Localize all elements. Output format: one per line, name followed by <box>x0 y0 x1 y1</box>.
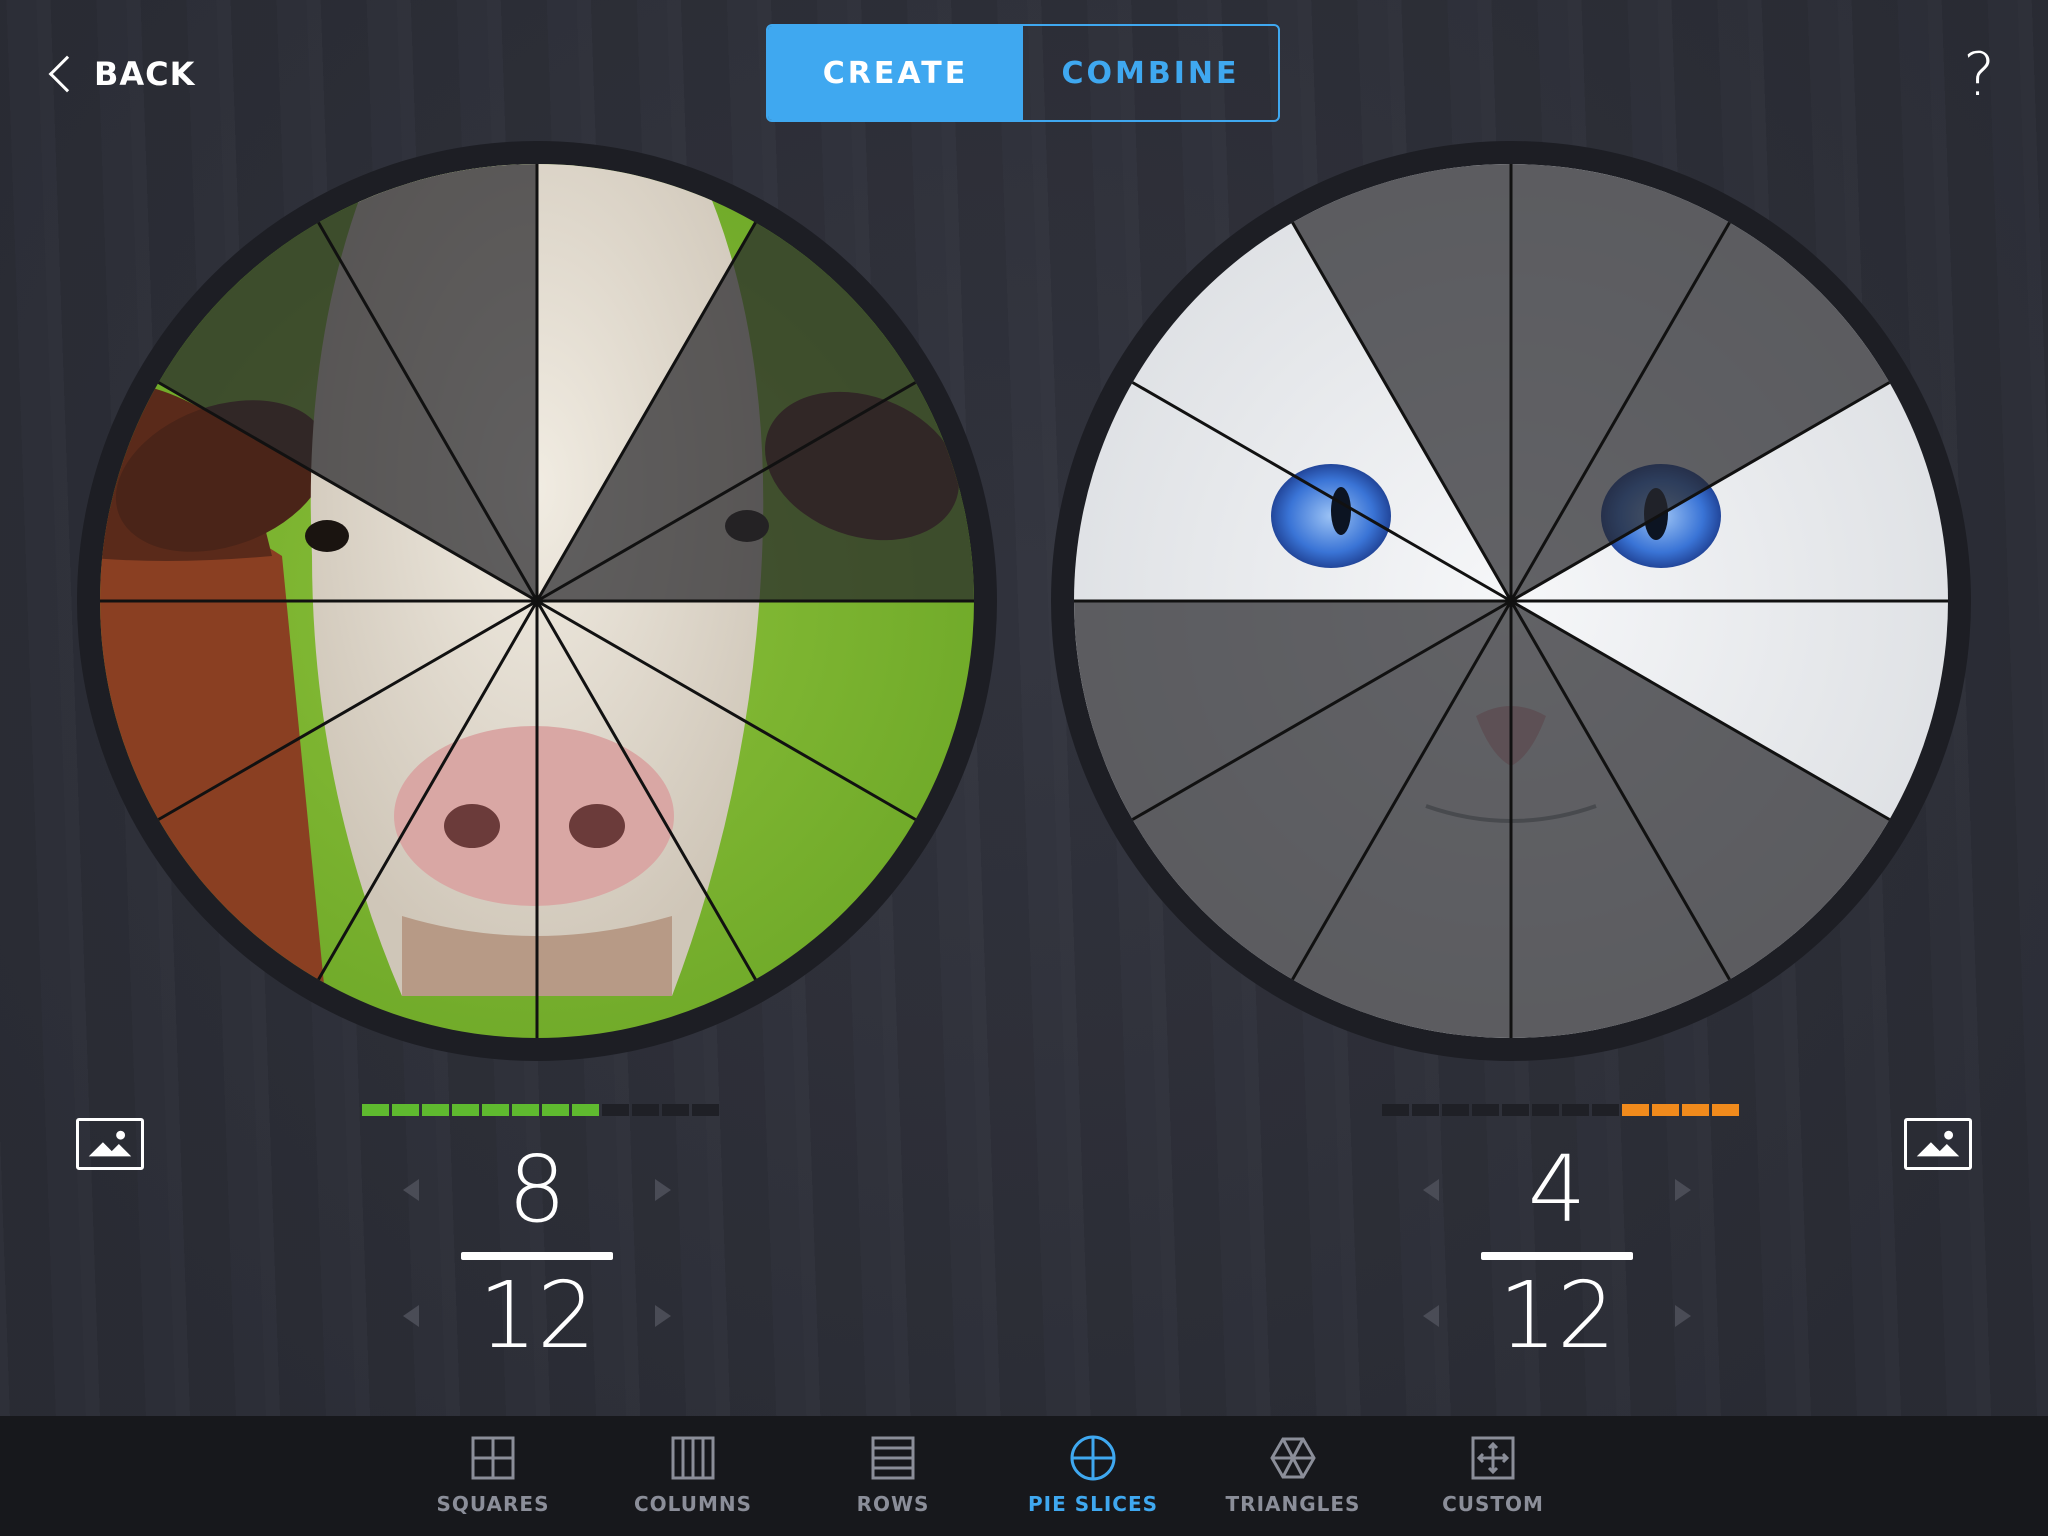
right-numerator-increase-button[interactable] <box>1675 1179 1691 1201</box>
tab-rows-label: ROWS <box>856 1492 930 1516</box>
tab-pie-slices-label: PIE SLICES <box>1027 1492 1159 1516</box>
meter-segment <box>1712 1104 1739 1116</box>
tab-columns[interactable]: COLUMNS <box>618 1416 768 1536</box>
meter-segment <box>1562 1104 1589 1116</box>
meter-segment <box>422 1104 449 1116</box>
tab-combine[interactable]: COMBINE <box>1023 26 1278 120</box>
meter-segment <box>542 1104 569 1116</box>
left-pie-image[interactable] <box>72 136 1002 1066</box>
tab-custom-label: CUSTOM <box>1442 1492 1544 1516</box>
right-fraction-bar <box>1481 1252 1633 1260</box>
squares-icon <box>471 1436 515 1480</box>
right-numerator: 4 <box>1527 1136 1587 1243</box>
columns-icon <box>671 1436 715 1480</box>
meter-segment <box>362 1104 389 1116</box>
meter-segment <box>1622 1104 1649 1116</box>
chevron-left-icon <box>48 55 86 93</box>
left-numerator-increase-button[interactable] <box>655 1179 671 1201</box>
left-fraction-bar <box>461 1252 613 1260</box>
image-icon <box>1916 1130 1960 1157</box>
cow-pie-svg <box>77 141 997 1061</box>
left-fraction-control: 8 12 <box>387 1140 687 1400</box>
meter-segment <box>692 1104 719 1116</box>
back-button[interactable]: BACK <box>44 48 195 100</box>
left-denominator-increase-button[interactable] <box>655 1305 671 1327</box>
meter-segment <box>1472 1104 1499 1116</box>
left-choose-image-button[interactable] <box>76 1118 144 1170</box>
help-button[interactable]: ? <box>1954 40 2004 110</box>
cat-pie-svg <box>1051 141 1971 1061</box>
meter-segment <box>1652 1104 1679 1116</box>
left-denominator: 12 <box>478 1262 596 1369</box>
meter-segment <box>662 1104 689 1116</box>
meter-segment <box>1682 1104 1709 1116</box>
tab-pie-slices[interactable]: PIE SLICES <box>1018 1416 1168 1536</box>
meter-segment <box>512 1104 539 1116</box>
tab-columns-label: COLUMNS <box>634 1492 752 1516</box>
right-pie-image[interactable] <box>1046 136 1976 1066</box>
right-choose-image-button[interactable] <box>1904 1118 1972 1170</box>
meter-segment <box>572 1104 599 1116</box>
meter-segment <box>482 1104 509 1116</box>
tab-rows[interactable]: ROWS <box>818 1416 968 1536</box>
shape-tab-bar: SQUARES COLUMNS ROWS PIE SLICES TRIANGLE… <box>0 1416 2048 1536</box>
left-numerator: 8 <box>507 1136 567 1243</box>
tab-squares[interactable]: SQUARES <box>418 1416 568 1536</box>
mode-segmented-control: CREATE COMBINE <box>766 24 1280 122</box>
triangles-icon <box>1270 1437 1316 1479</box>
tab-custom[interactable]: CUSTOM <box>1418 1416 1568 1536</box>
right-denominator: 12 <box>1498 1262 1616 1369</box>
meter-segment <box>1532 1104 1559 1116</box>
meter-segment <box>452 1104 479 1116</box>
rows-icon <box>871 1436 915 1480</box>
custom-icon <box>1471 1436 1515 1480</box>
meter-segment <box>1592 1104 1619 1116</box>
meter-segment <box>1412 1104 1439 1116</box>
tab-squares-label: SQUARES <box>436 1492 550 1516</box>
meter-segment <box>392 1104 419 1116</box>
right-denominator-increase-button[interactable] <box>1675 1305 1691 1327</box>
tab-triangles[interactable]: TRIANGLES <box>1218 1416 1368 1536</box>
tab-triangles-label: TRIANGLES <box>1225 1492 1361 1516</box>
meter-segment <box>632 1104 659 1116</box>
meter-segment <box>1502 1104 1529 1116</box>
right-fraction-meter <box>1382 1104 1739 1116</box>
back-label: BACK <box>94 55 196 93</box>
meter-segment <box>602 1104 629 1116</box>
left-fraction-meter <box>362 1104 719 1116</box>
right-fraction-control: 4 12 <box>1407 1140 1707 1400</box>
meter-segment <box>1382 1104 1409 1116</box>
meter-segment <box>1442 1104 1469 1116</box>
image-icon <box>88 1130 132 1157</box>
tab-create[interactable]: CREATE <box>768 26 1023 120</box>
pie-slices-icon <box>1070 1435 1116 1481</box>
